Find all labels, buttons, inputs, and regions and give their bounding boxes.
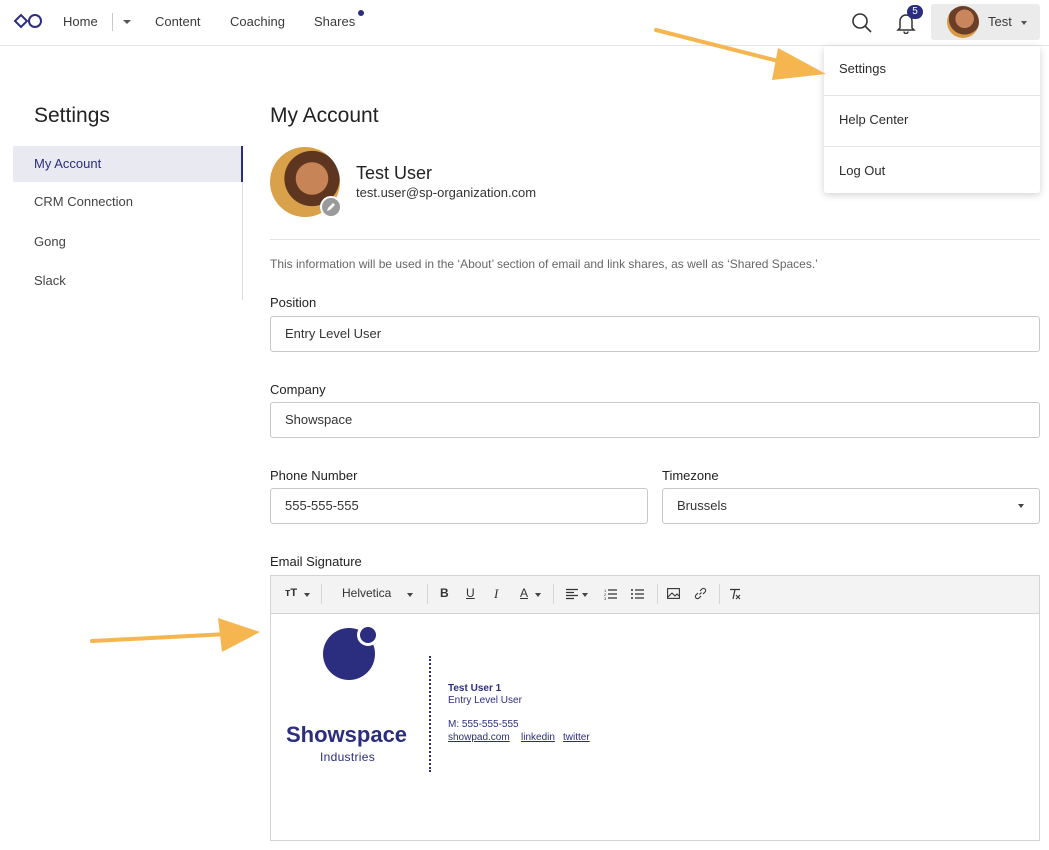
sidebar-title: Settings <box>34 104 110 127</box>
chevron-down-icon <box>1021 21 1027 25</box>
bullet-list-icon[interactable] <box>631 588 644 600</box>
user-menu-button[interactable]: Test <box>931 4 1040 40</box>
chevron-down-icon[interactable] <box>304 593 310 597</box>
chevron-down-icon <box>1018 504 1024 508</box>
user-dropdown-menu: Settings Help Center Log Out <box>824 46 1040 193</box>
edit-avatar-button[interactable] <box>320 196 342 218</box>
avatar <box>947 6 979 38</box>
chevron-down-icon[interactable] <box>407 593 413 597</box>
profile-name: Test User <box>356 163 433 183</box>
search-icon[interactable] <box>851 12 873 34</box>
chevron-down-icon[interactable] <box>535 593 541 597</box>
signature-divider <box>429 656 431 772</box>
menu-item-log-out[interactable]: Log Out <box>824 147 1040 193</box>
ordered-list-icon[interactable]: 1 2 3 <box>604 588 617 600</box>
nav-home[interactable]: Home <box>63 14 98 29</box>
font-family-select[interactable]: Helvetica <box>342 586 391 600</box>
menu-item-settings[interactable]: Settings <box>824 46 1040 96</box>
signature-name: Test User 1 <box>448 683 502 694</box>
nav-coaching[interactable]: Coaching <box>230 14 285 29</box>
font-size-icon[interactable]: ᴛT <box>285 587 297 599</box>
signature-editor[interactable]: ᴛT Helvetica B U I A 1 2 3 Showspace Ind… <box>270 575 1040 841</box>
underline-icon[interactable]: U <box>466 586 475 600</box>
signature-phone: M: 555-555-555 <box>448 719 519 730</box>
top-nav: Home Content Coaching Shares 5 Test <box>0 0 1049 46</box>
signature-logo-dot <box>360 627 376 643</box>
position-field[interactable]: Entry Level User <box>270 316 1040 352</box>
chevron-down-icon[interactable] <box>123 20 131 24</box>
sidebar-item-crm-connection[interactable]: CRM Connection <box>13 184 243 220</box>
link-icon[interactable] <box>694 587 707 600</box>
showpad-logo-icon[interactable] <box>13 12 43 30</box>
signature-link-twitter[interactable]: twitter <box>563 732 590 743</box>
chevron-down-icon[interactable] <box>582 593 588 597</box>
sidebar-item-gong[interactable]: Gong <box>13 224 243 260</box>
image-icon[interactable] <box>667 587 680 600</box>
profile-email: test.user@sp-organization.com <box>356 185 537 200</box>
position-label: Position <box>270 295 317 310</box>
toolbar-divider <box>427 584 428 604</box>
sidebar-item-slack[interactable]: Slack <box>13 263 243 299</box>
signature-link-linkedin[interactable]: linkedin <box>521 732 555 743</box>
annotation-arrow-icon <box>90 618 260 652</box>
signature-logo-subtext: Industries <box>320 750 376 764</box>
toolbar-divider <box>321 584 322 604</box>
company-field[interactable]: Showspace <box>270 402 1040 438</box>
signature-link-website[interactable]: showpad.com <box>448 732 510 743</box>
company-label: Company <box>270 382 326 397</box>
phone-field[interactable]: 555-555-555 <box>270 488 648 524</box>
italic-icon[interactable]: I <box>494 586 498 602</box>
toolbar-divider <box>719 584 720 604</box>
toolbar-divider <box>553 584 554 604</box>
toolbar-divider <box>657 584 658 604</box>
timezone-value: Brussels <box>677 498 727 513</box>
nav-shares[interactable]: Shares <box>314 14 355 29</box>
nav-divider <box>112 13 113 31</box>
email-signature-label: Email Signature <box>270 554 362 569</box>
sidebar-item-my-account[interactable]: My Account <box>13 146 243 182</box>
editor-toolbar: ᴛT Helvetica B U I A 1 2 3 <box>271 576 1039 614</box>
menu-item-help-center[interactable]: Help Center <box>824 96 1040 147</box>
clear-formatting-icon[interactable] <box>729 588 741 600</box>
user-menu-label: Test <box>988 14 1012 29</box>
align-left-icon[interactable] <box>566 588 578 600</box>
pencil-icon <box>327 203 335 211</box>
svg-text:3: 3 <box>604 596 607 600</box>
shares-indicator-dot <box>358 10 364 16</box>
annotation-arrow-icon <box>654 28 826 80</box>
nav-content[interactable]: Content <box>155 14 201 29</box>
page-title: My Account <box>270 104 379 127</box>
info-text: This information will be used in the ‘Ab… <box>270 257 818 271</box>
notification-badge: 5 <box>907 5 923 19</box>
timezone-select[interactable]: Brussels <box>662 488 1040 524</box>
phone-label: Phone Number <box>270 468 358 483</box>
bold-icon[interactable]: B <box>440 586 449 600</box>
signature-position: Entry Level User <box>448 695 522 706</box>
signature-logo-text: Showspace <box>286 722 408 747</box>
section-divider <box>270 239 1040 240</box>
text-color-icon[interactable]: A <box>520 586 528 600</box>
timezone-label: Timezone <box>662 468 719 483</box>
